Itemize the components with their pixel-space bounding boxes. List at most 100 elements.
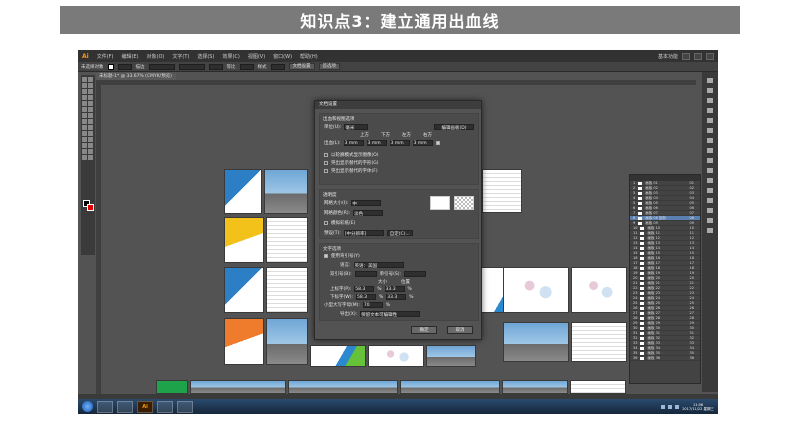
taskbar-app-camtasia[interactable] — [177, 400, 193, 413]
fill-swatch[interactable] — [107, 63, 114, 70]
typographer-quotes-checkbox[interactable] — [324, 254, 328, 258]
graphic-styles-panel-icon[interactable] — [707, 158, 713, 163]
taskbar-app-illustrator[interactable]: Ai — [137, 400, 153, 413]
artboard-thumb[interactable] — [368, 345, 424, 367]
paintbrush-tool-icon[interactable] — [82, 101, 87, 106]
shape-builder-tool-icon[interactable] — [82, 125, 87, 130]
artboard-thumb[interactable] — [503, 267, 569, 313]
pencil-tool-icon[interactable] — [88, 101, 93, 106]
menu-file[interactable]: 文件(F) — [93, 53, 118, 60]
zoom-tool-icon[interactable] — [88, 155, 93, 160]
language-icon[interactable] — [675, 404, 680, 409]
artboard-thumb[interactable] — [156, 380, 188, 394]
edit-artboard-button[interactable]: 编辑画板(D) — [434, 124, 474, 131]
artboard-thumb[interactable] — [571, 267, 627, 313]
link-icon[interactable] — [435, 141, 440, 145]
artboard-thumb[interactable] — [571, 322, 627, 362]
artboard-thumb[interactable] — [570, 380, 626, 394]
artboard-thumb[interactable] — [266, 217, 308, 263]
blob-brush-tool-icon[interactable] — [82, 107, 87, 112]
brushes-panel-icon[interactable] — [707, 98, 713, 103]
hand-tool-icon[interactable] — [82, 155, 87, 160]
artboard-thumb[interactable] — [266, 318, 308, 365]
color-panel-icon[interactable] — [707, 78, 713, 83]
menu-edit[interactable]: 编辑(E) — [117, 53, 142, 60]
artboard-thumb[interactable] — [224, 169, 262, 214]
transparency-panel-icon[interactable] — [707, 138, 713, 143]
eyedropper-tool-icon[interactable] — [82, 137, 87, 142]
direct-selection-tool-icon[interactable] — [88, 77, 93, 82]
start-button-icon[interactable] — [82, 401, 93, 412]
eraser-tool-icon[interactable] — [88, 107, 93, 112]
style-field[interactable] — [270, 63, 285, 70]
brush-field[interactable] — [208, 63, 223, 70]
highlight-glyphs-checkbox[interactable] — [324, 161, 328, 165]
superscript-position-field[interactable]: 33.3 — [384, 286, 405, 292]
artboard-thumb[interactable] — [426, 345, 476, 367]
simulate-paper-checkbox[interactable] — [324, 221, 328, 225]
perspective-grid-tool-icon[interactable] — [88, 125, 93, 130]
language-select[interactable]: 英语：美国 — [353, 262, 404, 269]
taskbar-app-explorer[interactable] — [117, 400, 133, 413]
grid-size-select[interactable]: 中 — [351, 200, 382, 207]
artboard-thumb[interactable] — [503, 322, 569, 362]
bleed-left-field[interactable]: 3 mm — [389, 140, 410, 146]
custom-button[interactable]: 自定(C)... — [386, 230, 413, 237]
column-graph-tool-icon[interactable] — [88, 143, 93, 148]
close-icon[interactable] — [706, 52, 714, 60]
artboard-thumb[interactable] — [224, 217, 264, 263]
artboard-thumb[interactable] — [224, 318, 264, 365]
free-transform-tool-icon[interactable] — [88, 119, 93, 124]
symbols-panel-icon[interactable] — [707, 108, 713, 113]
mesh-tool-icon[interactable] — [82, 131, 87, 136]
artboard-thumb[interactable] — [190, 380, 286, 394]
align-panel-icon[interactable] — [707, 208, 713, 213]
artboard-thumb[interactable] — [264, 169, 308, 214]
artboard-thumb[interactable] — [310, 345, 366, 367]
swatches-panel-icon[interactable] — [707, 88, 713, 93]
artboard-thumb[interactable] — [502, 380, 568, 394]
volume-icon[interactable] — [668, 404, 673, 409]
line-tool-icon[interactable] — [82, 95, 87, 100]
stroke-panel-icon[interactable] — [707, 118, 713, 123]
minimize-icon[interactable] — [682, 52, 690, 60]
rectangle-tool-icon[interactable] — [88, 95, 93, 100]
pen-tool-icon[interactable] — [82, 89, 87, 94]
highlight-fonts-checkbox[interactable] — [324, 169, 328, 173]
artboard-tool-icon[interactable] — [82, 149, 87, 154]
bleed-top-field[interactable]: 3 mm — [343, 140, 364, 146]
maximize-icon[interactable] — [694, 52, 702, 60]
document-tab[interactable]: 未标题-1* @ 33.67% (CMYK/预览) — [96, 73, 176, 80]
scale-tool-icon[interactable] — [88, 113, 93, 118]
cancel-button[interactable]: 取消 — [447, 326, 473, 334]
workspace-switcher[interactable]: 基本功能 — [658, 53, 678, 60]
gradient-tool-icon[interactable] — [88, 131, 93, 136]
artboard-thumb[interactable] — [400, 380, 500, 394]
lasso-tool-icon[interactable] — [88, 83, 93, 88]
network-icon[interactable] — [661, 404, 666, 409]
selection-tool-icon[interactable] — [82, 77, 87, 82]
unit-select[interactable]: 毫米 — [344, 124, 369, 131]
menu-view[interactable]: 视图(V) — [244, 53, 269, 60]
superscript-size-field[interactable]: 58.3 — [354, 286, 375, 292]
variable-width-field[interactable] — [178, 63, 205, 70]
artboard-thumb[interactable] — [288, 380, 398, 394]
opacity-field[interactable] — [239, 63, 254, 70]
bleed-right-field[interactable]: 3 mm — [412, 140, 433, 146]
symbol-sprayer-tool-icon[interactable] — [82, 143, 87, 148]
preferences-button[interactable]: 首选项 — [318, 63, 340, 70]
fill-dropdown[interactable] — [117, 63, 132, 70]
menu-object[interactable]: 对象(O) — [143, 53, 169, 60]
character-panel-icon[interactable] — [707, 188, 713, 193]
export-select[interactable]: 保留文本可编辑性 — [360, 311, 421, 318]
taskbar-app-media[interactable] — [157, 400, 173, 413]
menu-help[interactable]: 帮助(H) — [296, 53, 322, 60]
smallcaps-field[interactable]: 70 — [362, 302, 383, 308]
menu-type[interactable]: 文字(T) — [168, 53, 193, 60]
artboards-panel-icon[interactable] — [707, 178, 713, 183]
appearance-panel-icon[interactable] — [707, 148, 713, 153]
transform-panel-icon[interactable] — [707, 228, 713, 233]
rotate-tool-icon[interactable] — [82, 113, 87, 118]
stroke-color-icon[interactable] — [87, 204, 94, 211]
blend-tool-icon[interactable] — [88, 137, 93, 142]
